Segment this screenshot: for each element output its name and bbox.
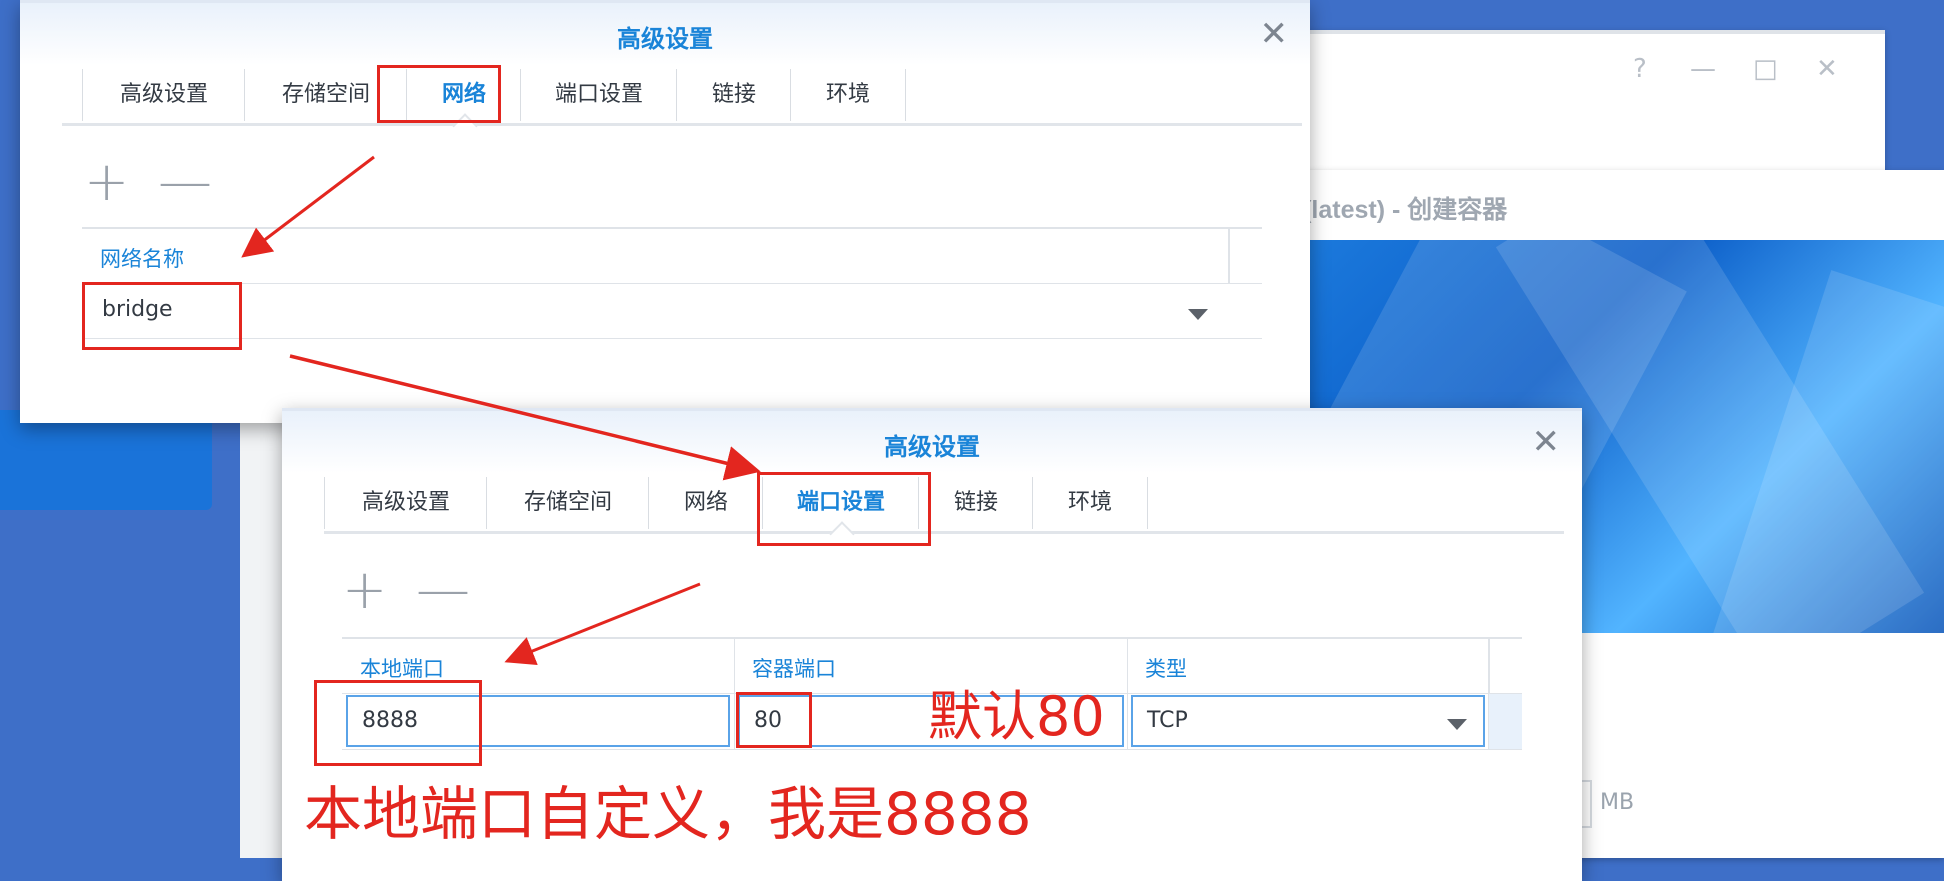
arrow-to-local-port-header	[504, 582, 701, 666]
arrow-to-network-name	[241, 155, 375, 258]
arrow-to-port-settings-tab	[289, 354, 761, 481]
annotation-default-80: 默认80	[928, 685, 1105, 748]
annotation-local-port-custom: 本地端口自定义，我是8888	[304, 780, 1032, 848]
